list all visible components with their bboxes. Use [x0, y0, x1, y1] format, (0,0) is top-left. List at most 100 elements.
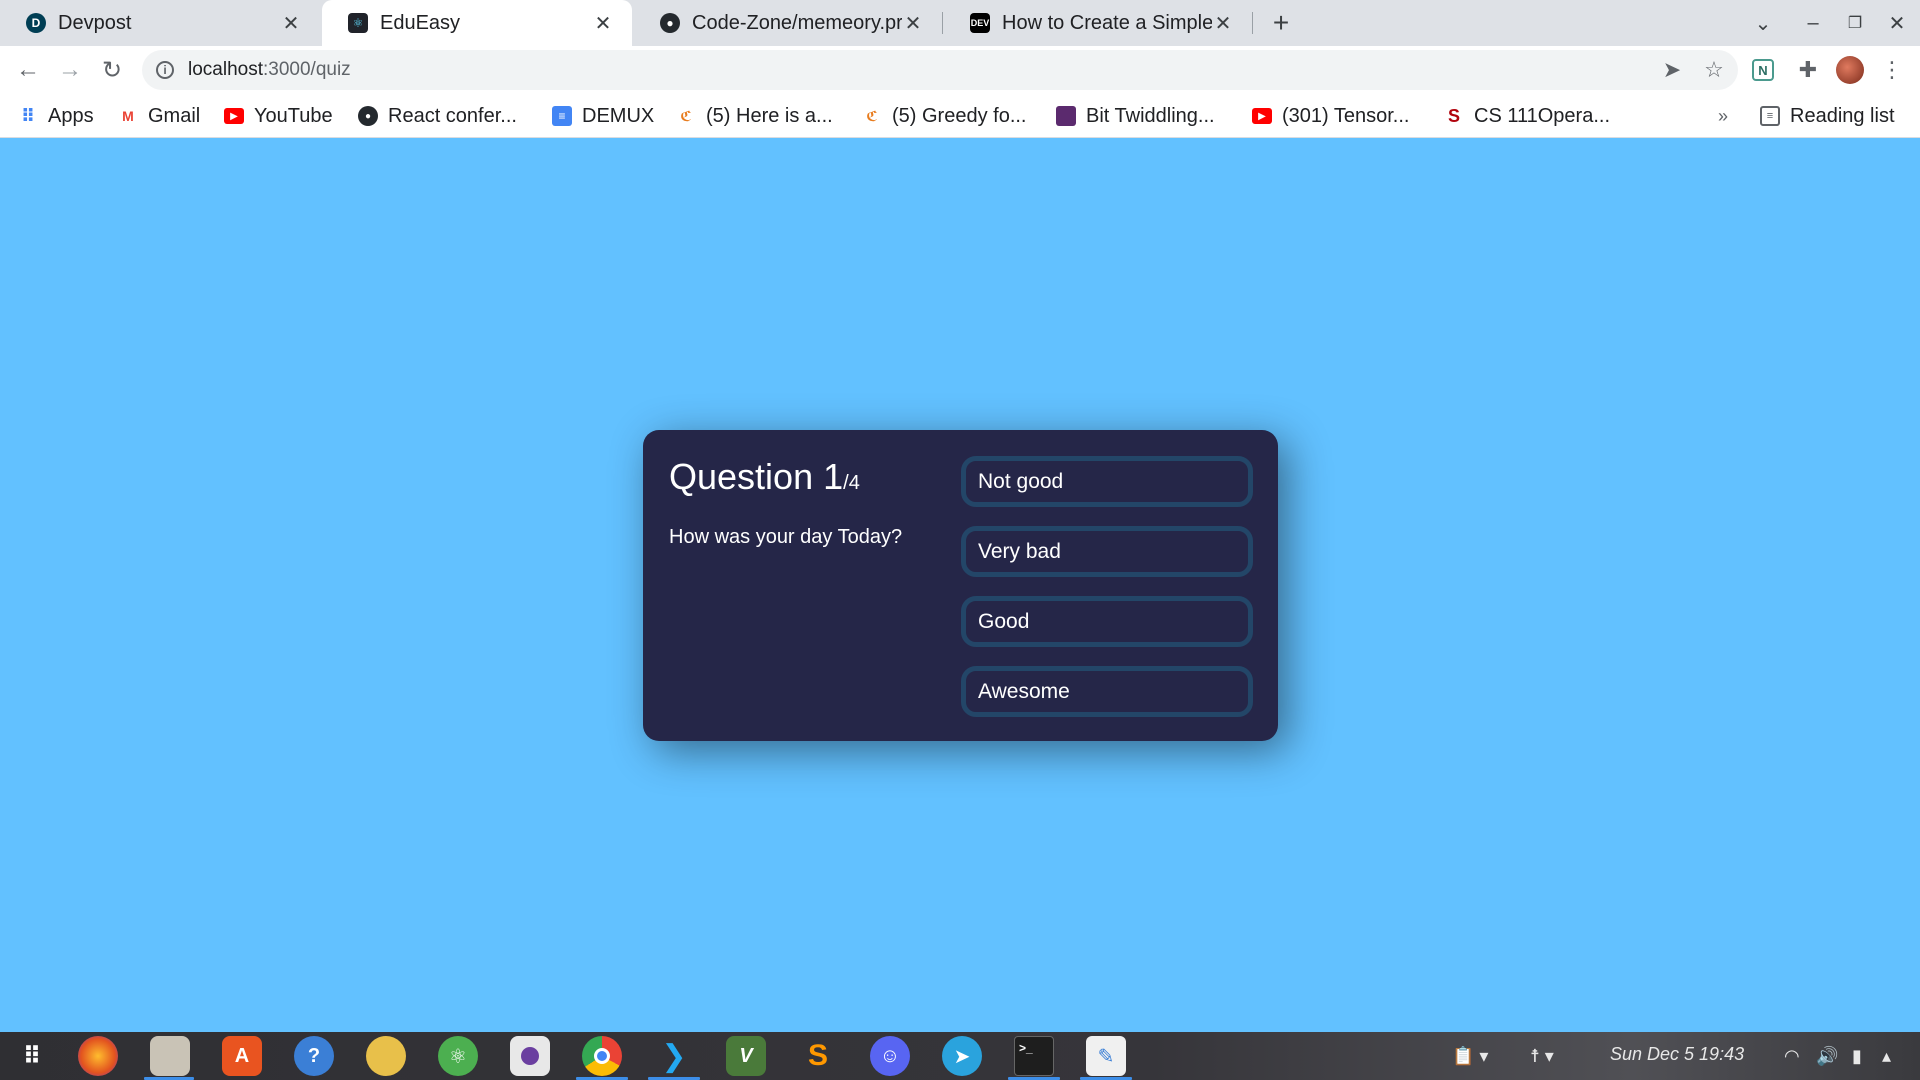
- question-text: How was your day Today?: [669, 526, 903, 548]
- vim-icon[interactable]: V: [726, 1036, 766, 1076]
- send-icon[interactable]: ➤: [1658, 56, 1686, 84]
- bookmark-star-icon[interactable]: ☆: [1700, 56, 1728, 84]
- youtube-icon: ▶: [1252, 108, 1272, 124]
- os-taskbar: ⠿ A ? ⚛ ❯ V S ☺ ➤ >_ ✎ 📋 ▾ ☨ ▾ Sun Dec 5…: [0, 1032, 1920, 1080]
- discord-icon[interactable]: ☺: [870, 1036, 910, 1076]
- bookmark-here-is-a[interactable]: ℭ (5) Here is a...: [676, 102, 833, 130]
- back-icon[interactable]: ←: [12, 54, 44, 86]
- reload-icon[interactable]: ↻: [96, 54, 128, 86]
- camera-icon[interactable]: [510, 1036, 550, 1076]
- bookmarks-bar: ⠿ Apps M Gmail ▶ YouTube ● React confer.…: [0, 94, 1920, 138]
- question-section: Question 1/4 How was your day Today?: [669, 456, 929, 549]
- battery-icon[interactable]: ▮: [1852, 1046, 1862, 1067]
- github-icon: ●: [358, 106, 378, 126]
- tab-devpost[interactable]: D Devpost ✕: [0, 0, 320, 46]
- new-tab-button[interactable]: +: [1266, 7, 1296, 38]
- bookmark-label: React confer...: [388, 104, 517, 127]
- question-label: Question: [669, 456, 814, 497]
- answer-awesome-button[interactable]: Awesome: [961, 666, 1253, 717]
- bookmark-label: YouTube: [254, 104, 333, 127]
- software-center-icon[interactable]: A: [222, 1036, 262, 1076]
- address-bar[interactable]: i localhost:3000/quiz ➤ ☆: [142, 50, 1738, 90]
- answer-good-button[interactable]: Good: [961, 596, 1253, 647]
- firefox-icon[interactable]: [78, 1036, 118, 1076]
- reading-list-button[interactable]: ≡ Reading list: [1760, 102, 1895, 130]
- devpost-icon: D: [26, 13, 46, 33]
- clock[interactable]: Sun Dec 5 19:43: [1610, 1044, 1744, 1065]
- info-icon[interactable]: i: [156, 61, 174, 79]
- vscode-icon[interactable]: ❯: [654, 1036, 694, 1076]
- answer-section: Not good Very bad Good Awesome: [961, 456, 1253, 736]
- accessibility-icon[interactable]: ☨ ▾: [1530, 1046, 1554, 1067]
- tab-separator: [1252, 12, 1253, 34]
- sublime-icon[interactable]: S: [798, 1036, 838, 1076]
- bookmark-react[interactable]: ● React confer...: [358, 102, 517, 130]
- tab-dev[interactable]: DEV How to Create a Simple ✕: [944, 0, 1252, 46]
- wifi-icon[interactable]: ◠: [1784, 1046, 1800, 1067]
- extension-n-icon[interactable]: N: [1752, 59, 1774, 81]
- help-icon[interactable]: ?: [294, 1036, 334, 1076]
- bookmark-demux[interactable]: ≡ DEMUX: [552, 102, 654, 130]
- restore-icon[interactable]: ❐: [1840, 8, 1870, 38]
- tab-separator: [942, 12, 943, 34]
- tray-expand-icon[interactable]: ▴: [1882, 1046, 1891, 1067]
- url-host: localhost: [188, 59, 263, 80]
- bookmark-bit-twiddling[interactable]: Bit Twiddling...: [1056, 102, 1215, 130]
- browser-toolbar: ← → ↻ i localhost:3000/quiz ➤ ☆ N ✚ ⋮: [0, 46, 1920, 94]
- close-icon[interactable]: ✕: [280, 12, 302, 35]
- terminal-icon[interactable]: >_: [1014, 1036, 1054, 1076]
- minimize-icon[interactable]: –: [1798, 8, 1828, 38]
- bookmark-label: (5) Here is a...: [706, 104, 833, 127]
- bookmark-youtube[interactable]: ▶ YouTube: [224, 102, 333, 130]
- bookmark-label: Apps: [48, 104, 94, 127]
- window-close-icon[interactable]: ✕: [1882, 8, 1912, 38]
- forward-icon[interactable]: →: [54, 54, 86, 86]
- gmail-icon: M: [122, 108, 134, 124]
- answer-very-bad-button[interactable]: Very bad: [961, 526, 1253, 577]
- bookmark-label: (301) Tensor...: [1282, 104, 1410, 127]
- close-icon[interactable]: ✕: [902, 12, 924, 35]
- tab-title: Devpost: [58, 11, 132, 34]
- apps-grid-icon: ⠿: [20, 105, 36, 126]
- bookmark-apps[interactable]: ⠿ Apps: [18, 102, 94, 130]
- react-icon: ⚛: [348, 13, 368, 33]
- files-icon[interactable]: [150, 1036, 190, 1076]
- close-icon[interactable]: ✕: [1212, 12, 1234, 35]
- extensions-puzzle-icon[interactable]: ✚: [1794, 56, 1822, 84]
- tab-title: EduEasy: [380, 11, 461, 34]
- tab-search-icon[interactable]: ⌄: [1748, 8, 1778, 38]
- bookmark-tensor[interactable]: ▶ (301) Tensor...: [1252, 102, 1409, 130]
- pikachu-app-icon[interactable]: [366, 1036, 406, 1076]
- text-editor-icon[interactable]: ✎: [1086, 1036, 1126, 1076]
- youtube-icon: ▶: [224, 108, 244, 124]
- question-total: /4: [843, 472, 860, 494]
- tab-title: How to Create a Simple: [1002, 11, 1212, 34]
- bookmarks-overflow-icon[interactable]: »: [1718, 106, 1728, 127]
- answer-not-good-button[interactable]: Not good: [961, 456, 1253, 507]
- tab-title: Code-Zone/memeory.pr: [692, 11, 902, 34]
- leetcode-icon: ℭ: [680, 107, 692, 124]
- stanford-icon: S: [1447, 105, 1460, 126]
- bookmark-gmail[interactable]: M Gmail: [118, 102, 200, 130]
- volume-icon[interactable]: 🔊: [1816, 1046, 1838, 1067]
- bookmark-label: DEMUX: [582, 104, 655, 127]
- tab-github[interactable]: ● Code-Zone/memeory.pr ✕: [634, 0, 942, 46]
- bookmark-label: Gmail: [148, 104, 201, 127]
- url-text: localhost:3000/quiz: [188, 59, 351, 81]
- clipboard-icon[interactable]: 📋 ▾: [1452, 1046, 1488, 1067]
- bit-twiddling-icon: [1056, 106, 1076, 126]
- question-current: 1: [823, 456, 844, 497]
- bookmark-greedy[interactable]: ℭ (5) Greedy fo...: [862, 102, 1027, 130]
- profile-avatar[interactable]: [1836, 56, 1864, 84]
- atom-icon[interactable]: ⚛: [438, 1036, 478, 1076]
- menu-kebab-icon[interactable]: ⋮: [1878, 56, 1906, 84]
- close-icon[interactable]: ✕: [592, 12, 614, 35]
- app-grid-icon[interactable]: ⠿: [12, 1036, 52, 1076]
- reading-list-label: Reading list: [1790, 104, 1895, 127]
- bookmark-label: (5) Greedy fo...: [892, 104, 1027, 127]
- bookmark-label: CS 111Opera...: [1474, 104, 1610, 127]
- tab-edueasy[interactable]: ⚛ EduEasy ✕: [322, 0, 632, 46]
- chrome-icon[interactable]: [582, 1036, 622, 1076]
- bookmark-cs111[interactable]: S CS 111Opera...: [1444, 102, 1610, 130]
- telegram-icon[interactable]: ➤: [942, 1036, 982, 1076]
